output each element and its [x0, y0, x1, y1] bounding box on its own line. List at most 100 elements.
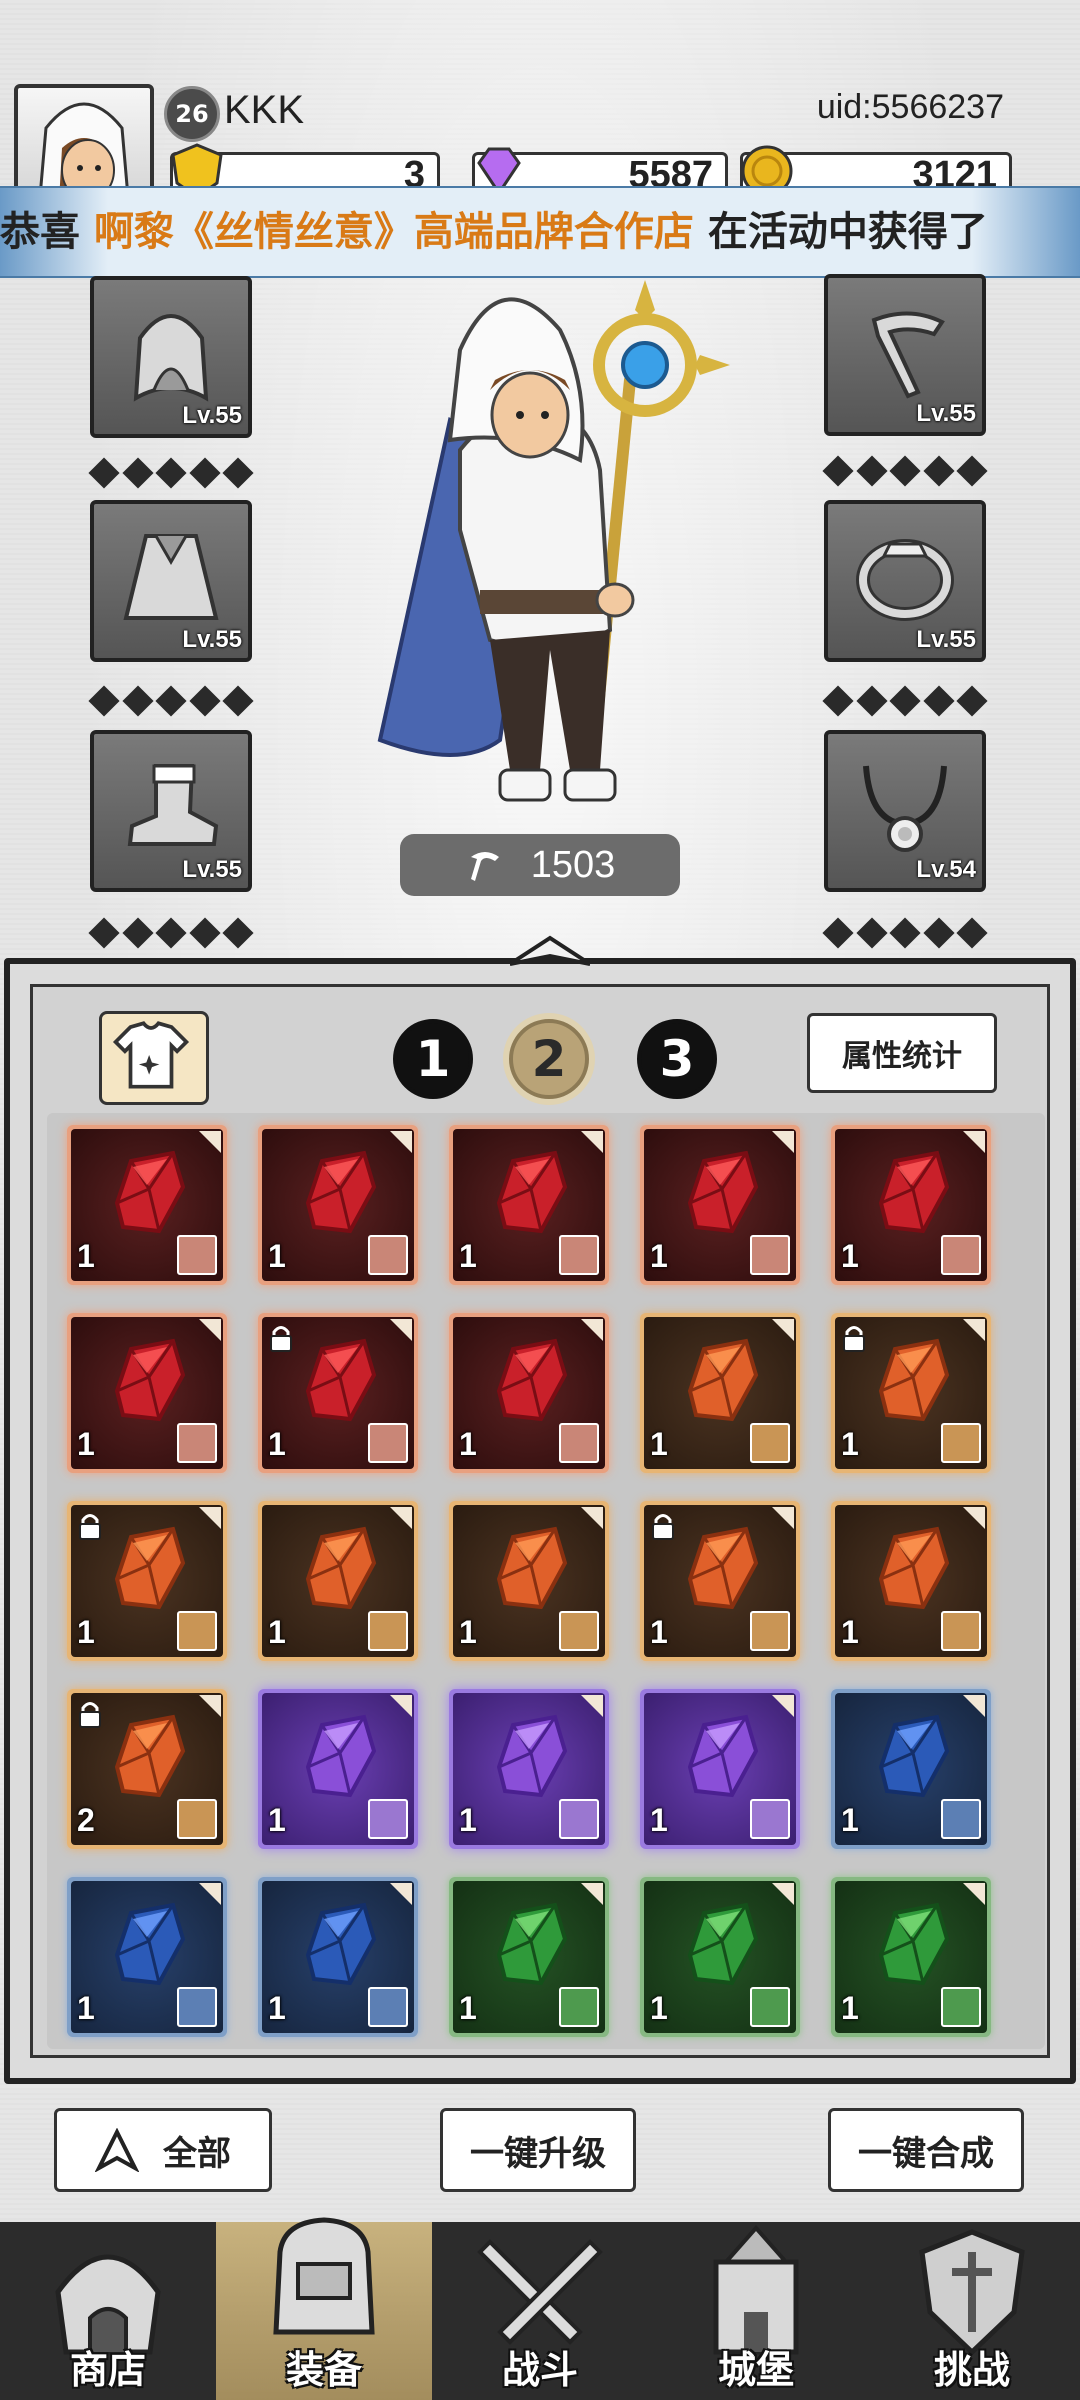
nav-shop[interactable]: 商店: [0, 2222, 216, 2400]
orange-gem-icon: [305, 1526, 377, 1610]
nav-castle-label: 城堡: [717, 2348, 794, 2392]
staff-icon: [871, 311, 945, 399]
nav-battle-label: 战斗: [501, 2348, 578, 2392]
new-corner-marker: [772, 1883, 794, 1905]
equip-slot-ring[interactable]: Lv.55: [824, 500, 986, 662]
marquee-prefix: 恭喜: [0, 209, 94, 255]
player-level-badge: 26: [164, 86, 220, 142]
item-count: 1: [459, 1802, 477, 1838]
inventory-item-red-gem[interactable]: 1: [67, 1313, 227, 1473]
inventory-item-orange-gem[interactable]: 1: [449, 1501, 609, 1661]
necklace-icon: [863, 765, 947, 852]
equip-stars-ring: [822, 685, 988, 717]
green-gem-icon: [878, 1902, 950, 1986]
inventory-item-purple-gem[interactable]: 1: [258, 1689, 418, 1849]
green-gem-icon: [496, 1902, 568, 1986]
new-corner-marker: [772, 1131, 794, 1153]
item-slot-type-icon: [559, 1611, 599, 1651]
loadout-tab-2[interactable]: 2: [509, 1019, 589, 1099]
equip-stars-necklace: [822, 917, 988, 949]
inventory-item-orange-gem[interactable]: 1: [831, 1501, 991, 1661]
inventory-item-red-gem[interactable]: 1: [258, 1125, 418, 1285]
inventory-item-green-gem[interactable]: 1: [449, 1877, 609, 2037]
inventory-item-blue-gem[interactable]: 1: [258, 1877, 418, 2037]
inventory-item-purple-gem[interactable]: 1: [449, 1689, 609, 1849]
item-count: 1: [841, 1426, 859, 1462]
new-corner-marker: [390, 1695, 412, 1717]
cape-icon: [123, 534, 219, 620]
item-count: 1: [650, 1238, 668, 1274]
item-slot-type-icon: [177, 1799, 217, 1839]
inventory-item-blue-gem[interactable]: 1: [67, 1877, 227, 2037]
merge-all-button[interactable]: 一键合成: [828, 2108, 1024, 2192]
new-corner-marker: [772, 1319, 794, 1341]
nav-challenge[interactable]: 挑战: [864, 2222, 1080, 2400]
inventory-item-orange-gem[interactable]: 1: [258, 1501, 418, 1661]
nav-challenge-label: 挑战: [933, 2348, 1010, 2392]
orange-gem-icon: [878, 1338, 950, 1422]
inventory-item-red-gem[interactable]: 1: [258, 1313, 418, 1473]
item-slot-type-icon: [941, 1235, 981, 1275]
inventory-tabs-row: 1 2 3 属性统计: [33, 987, 1047, 1107]
loadout-tab-1[interactable]: 1: [393, 1019, 473, 1099]
equip-slot-hood[interactable]: Lv.55: [90, 276, 252, 438]
purple-gem-icon: [496, 1714, 568, 1798]
inventory-item-purple-gem[interactable]: 1: [640, 1689, 800, 1849]
equip-slot-cape[interactable]: Lv.55: [90, 500, 252, 662]
new-corner-marker: [199, 1319, 221, 1341]
loadout-tab-3[interactable]: 3: [637, 1019, 717, 1099]
inventory-item-orange-gem[interactable]: 1: [640, 1501, 800, 1661]
combat-power-display: 1503: [400, 834, 680, 896]
red-gem-icon: [305, 1150, 377, 1234]
hero-character-illustration: [377, 280, 730, 802]
item-count: 1: [459, 1990, 477, 2026]
wardrobe-button[interactable]: [99, 1011, 209, 1105]
inventory-inner: 1 2 3 属性统计 1111111111111112111111111: [30, 984, 1050, 2058]
item-slot-type-icon: [177, 1235, 217, 1275]
bottom-navigation: 商店 装备 战斗 城堡 挑战: [0, 2217, 1080, 2400]
filter-all-button[interactable]: 全部: [54, 2108, 272, 2192]
equip-stars-cape: [88, 685, 254, 717]
item-slot-type-icon: [559, 1235, 599, 1275]
equip-slot-boots[interactable]: Lv.55: [90, 730, 252, 892]
lock-icon: [79, 1514, 101, 1540]
purple-gem-icon: [687, 1714, 759, 1798]
equip-slot-staff[interactable]: Lv.55: [824, 274, 986, 436]
inventory-item-red-gem[interactable]: 1: [67, 1125, 227, 1285]
equip-level: Lv.54: [916, 856, 976, 883]
equip-slot-necklace[interactable]: Lv.54: [824, 730, 986, 892]
item-count: 1: [268, 1614, 286, 1650]
inventory-item-orange-gem[interactable]: 1: [640, 1313, 800, 1473]
item-count: 1: [77, 1238, 95, 1274]
new-corner-marker: [772, 1695, 794, 1717]
inventory-item-blue-gem[interactable]: 1: [831, 1689, 991, 1849]
inventory-item-orange-gem[interactable]: 2: [67, 1689, 227, 1849]
attribute-stats-button[interactable]: 属性统计: [807, 1013, 997, 1093]
nav-battle[interactable]: 战斗: [432, 2222, 648, 2400]
marquee-highlight: 啊黎《丝情丝意》高端品牌合作店: [93, 209, 694, 255]
inventory-item-red-gem[interactable]: 1: [449, 1313, 609, 1473]
new-corner-marker: [772, 1507, 794, 1529]
upgrade-all-button[interactable]: 一键升级: [440, 2108, 636, 2192]
inventory-item-red-gem[interactable]: 1: [640, 1125, 800, 1285]
nav-equipment[interactable]: 装备: [216, 2217, 432, 2400]
item-count: 1: [268, 1238, 286, 1274]
item-count: 1: [841, 1614, 859, 1650]
new-corner-marker: [199, 1695, 221, 1717]
inventory-item-orange-gem[interactable]: 1: [831, 1313, 991, 1473]
inventory-item-red-gem[interactable]: 1: [449, 1125, 609, 1285]
inventory-item-green-gem[interactable]: 1: [640, 1877, 800, 2037]
inventory-item-green-gem[interactable]: 1: [831, 1877, 991, 2037]
nav-castle[interactable]: 城堡: [648, 2222, 864, 2400]
inventory-item-orange-gem[interactable]: 1: [67, 1501, 227, 1661]
inventory-grid: 1 1 1 1 1 1 1 1 1 1 1 1 1 1 1 2 1 1 1 1 1 1 1 1 1: [47, 1113, 1045, 2049]
player-name: KKK: [224, 88, 305, 132]
announcement-marquee: 恭喜 啊黎《丝情丝意》高端品牌合作店 在活动中获得了: [0, 186, 1080, 278]
inventory-item-red-gem[interactable]: 1: [831, 1125, 991, 1285]
lock-icon: [270, 1326, 292, 1352]
item-slot-type-icon: [750, 1235, 790, 1275]
orange-gem-icon: [114, 1714, 186, 1798]
lock-icon: [79, 1702, 101, 1728]
item-count: 1: [268, 1990, 286, 2026]
item-slot-type-icon: [559, 1799, 599, 1839]
